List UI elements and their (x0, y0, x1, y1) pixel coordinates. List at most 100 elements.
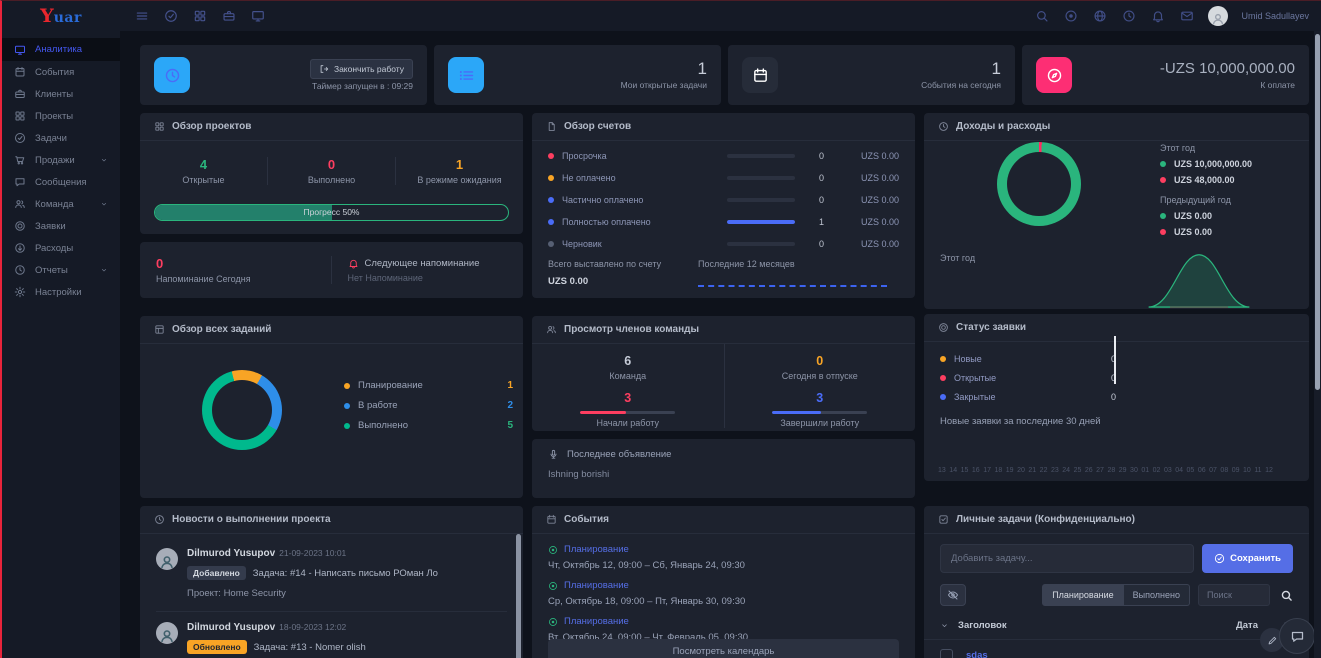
chevron-down-icon (100, 266, 108, 274)
announcement-card: Последнее объявление Ishning borishi (532, 439, 915, 498)
file-icon (546, 121, 557, 132)
closed-dot (940, 394, 946, 400)
notifications-bell-icon[interactable] (1150, 8, 1166, 24)
announcement-title: Последнее объявление (567, 449, 671, 460)
card-title: Статус заявки (956, 322, 1026, 333)
sidebar-item-expenses[interactable]: Расходы (2, 237, 120, 259)
sidebar-item-team[interactable]: Команда (2, 193, 120, 215)
income-axis-label: Этот год (940, 253, 975, 263)
topbar-right: Umid Sadullayev (1034, 6, 1321, 26)
user-name[interactable]: Umid Sadullayev (1241, 11, 1309, 21)
sidebar-label: Настройки (35, 287, 82, 298)
search-icon[interactable] (1280, 589, 1293, 602)
sidebar-label: Отчеты (35, 265, 68, 276)
event-link[interactable]: Планирование (548, 544, 899, 555)
bell-icon (348, 258, 359, 269)
chat-fab-button[interactable] (1279, 618, 1315, 654)
tasks-shortcut-icon[interactable] (163, 8, 179, 24)
expense-dot (1160, 229, 1166, 235)
progress-label: Прогресс 50% (155, 205, 508, 220)
column-title[interactable]: Заголовок (958, 620, 1007, 631)
avatar (156, 548, 178, 570)
payable-value: -UZS 10,000,000.00 (1160, 60, 1295, 78)
reminders-today-label: Напоминание Сегодня (156, 274, 331, 284)
feed-project[interactable]: Проект: Home Security (187, 588, 507, 599)
sidebar-item-events[interactable]: События (2, 61, 120, 83)
feed-time: 18-09-2023 12:02 (279, 622, 346, 632)
news-scrollbar[interactable] (516, 534, 521, 658)
page-scrollbar (1314, 31, 1321, 658)
brand-logo[interactable]: Yuar (2, 5, 120, 27)
projects-shortcut-icon[interactable] (192, 8, 208, 24)
column-date[interactable]: Дата (1236, 620, 1258, 631)
task-search-input[interactable] (1198, 584, 1270, 606)
chevron-down-icon (100, 200, 108, 208)
messages-mail-icon[interactable] (1179, 8, 1195, 24)
user-avatar[interactable] (1208, 6, 1228, 26)
page-scrollbar-thumb[interactable] (1315, 34, 1320, 390)
sidebar-item-tasks[interactable]: Задачи (2, 127, 120, 149)
save-task-button[interactable]: Сохранить (1202, 544, 1293, 573)
language-globe-icon[interactable] (1092, 8, 1108, 24)
status-dot (548, 197, 554, 203)
event-dot-icon (548, 581, 558, 591)
sidebar-item-clients[interactable]: Клиенты (2, 83, 120, 105)
project-news-card: Новости о выполнении проекта Dilmurod Yu… (140, 506, 523, 658)
menu-icon[interactable] (134, 8, 150, 24)
status-dot (548, 175, 554, 181)
ticket-status-card: Статус заявки Новые0 Открытые0 Закрытые0… (924, 314, 1309, 481)
view-calendar-button[interactable]: Посмотреть календарь (548, 639, 899, 658)
invoice-row-partially-paid: Частично оплачено0UZS 0.00 (548, 189, 899, 211)
tasks-overview-card: Обзор всех заданий Планирование1 В работ… (140, 316, 523, 498)
task-check-icon (938, 514, 949, 525)
next-reminder-title: Следующее напоминание (365, 258, 480, 269)
sidebar-label: Команда (35, 199, 74, 210)
history-clock-icon[interactable] (1121, 8, 1137, 24)
sidebar-item-tickets[interactable]: Заявки (2, 215, 120, 237)
end-work-button[interactable]: Закончить работу (310, 59, 413, 79)
card-title: События (564, 514, 609, 525)
sidebar-item-reports[interactable]: Отчеты (2, 259, 120, 281)
waiting-projects-label: В режиме ожидания (396, 175, 523, 185)
filter-planning-button[interactable]: Планирование (1042, 584, 1123, 606)
grid-icon (154, 121, 165, 132)
sidebar-item-sales[interactable]: Продажи (2, 149, 120, 171)
monitor-shortcut-icon[interactable] (250, 8, 266, 24)
card-header: Личные задачи (Конфиденциально) (924, 506, 1309, 534)
add-task-input[interactable] (940, 544, 1194, 573)
search-icon[interactable] (1034, 8, 1050, 24)
sidebar-item-messages[interactable]: Сообщения (2, 171, 120, 193)
card-header: Доходы и расходы (924, 113, 1309, 141)
filter-done-button[interactable]: Выполнено (1124, 584, 1190, 606)
prev-year-expense: UZS 0.00 (1174, 227, 1212, 237)
event-link[interactable]: Планирование (548, 580, 899, 591)
clients-shortcut-icon[interactable] (221, 8, 237, 24)
planning-dot (344, 383, 350, 389)
feed-author[interactable]: Dilmurod Yusupov18-09-2023 12:02 (187, 622, 507, 633)
sidebar-item-projects[interactable]: Проекты (2, 105, 120, 127)
sidebar-item-settings[interactable]: Настройки (2, 281, 120, 303)
ticket-legend: Новые0 Открытые0 Закрытые0 (940, 352, 1116, 409)
today-events-value: 1 (921, 60, 1001, 78)
task-title-link[interactable]: sdas (966, 650, 988, 658)
feed-entry: Dilmurod Yusupov21-09-2023 10:01 Добавле… (154, 542, 509, 607)
ticket-axis-ticks: 1314151617181920212223242526272829300102… (938, 467, 1273, 474)
feed-text[interactable]: Задача: #13 - Nomer olish (254, 642, 366, 653)
card-title: Просмотр членов команды (564, 324, 699, 335)
timer-status-icon[interactable] (1063, 8, 1079, 24)
sidebar-label: Сообщения (35, 177, 87, 188)
event-link[interactable]: Планирование (548, 616, 899, 627)
expense-dot (1160, 177, 1166, 183)
sidebar-item-analytics[interactable]: Аналитика (2, 38, 120, 61)
task-checkbox[interactable] (940, 649, 953, 658)
chevron-down-icon (100, 156, 108, 164)
hide-tasks-button[interactable] (940, 584, 966, 606)
sort-caret-icon[interactable] (940, 621, 949, 630)
timer-card: Закончить работу Таймер запущен в : 09:2… (140, 45, 427, 105)
feed-author[interactable]: Dilmurod Yusupov21-09-2023 10:01 (187, 548, 507, 559)
feed-text[interactable]: Задача: #14 - Написать письмо РОман Ло (253, 568, 438, 579)
income-expense-donut (997, 142, 1081, 226)
reminders-today-value: 0 (156, 256, 331, 271)
announcement-text[interactable]: Ishning borishi (548, 469, 899, 480)
prev-year-label: Предыдущий год (1160, 195, 1295, 205)
